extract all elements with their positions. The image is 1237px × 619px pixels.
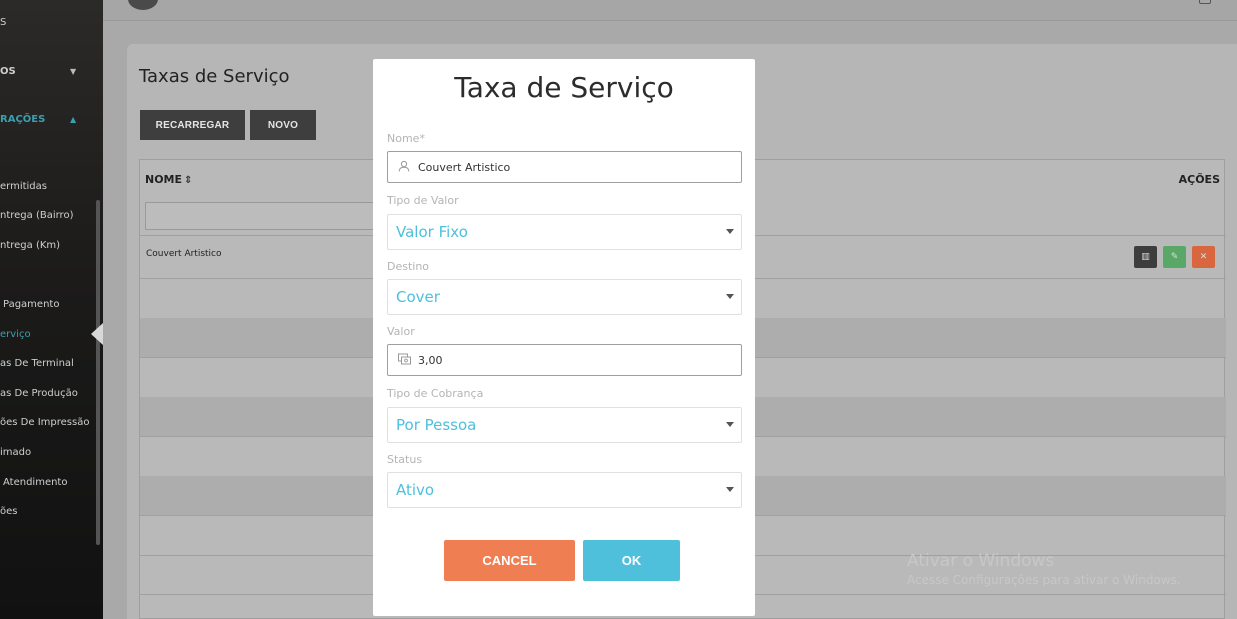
amount-value: 3,00 — [418, 353, 443, 367]
sidebar-item-entrega-km[interactable]: ntrega (Km) — [0, 240, 60, 251]
destination-value: Cover — [396, 288, 440, 306]
chevron-down-icon: ▼ — [70, 67, 77, 76]
sidebar-group-configuracoes[interactable]: RAÇÕES — [0, 114, 45, 125]
sidebar-item-pagamento[interactable]: Pagamento — [3, 299, 59, 310]
sidebar-item[interactable]: S — [0, 17, 6, 28]
avatar[interactable] — [128, 0, 158, 10]
delete-icon[interactable]: ✕ — [1192, 246, 1215, 268]
status-value: Ativo — [396, 481, 435, 499]
table-cell-name: Couvert Artistico — [146, 249, 222, 259]
sidebar-item-estimado[interactable]: imado — [0, 447, 31, 458]
sidebar: S OS ▼ RAÇÕES ▲ ermitidas ntrega (Bairro… — [0, 0, 103, 619]
sidebar-item-terminal[interactable]: as De Terminal — [0, 358, 74, 369]
sidebar-item-entrega-bairro[interactable]: ntrega (Bairro) — [0, 210, 73, 221]
chevron-down-icon — [726, 229, 734, 234]
sidebar-item-impressao[interactable]: ões De Impressão — [0, 417, 89, 428]
name-label: Nome* — [387, 132, 425, 145]
sidebar-item-permitidas[interactable]: ermitidas — [0, 181, 47, 192]
column-header-actions: AÇÕES — [1178, 173, 1220, 186]
sidebar-scrollbar[interactable] — [96, 200, 100, 545]
value-type-value: Valor Fixo — [396, 223, 468, 241]
new-button[interactable]: NOVO — [250, 110, 316, 140]
destination-label: Destino — [387, 260, 430, 273]
name-input[interactable]: Couvert Artistico — [387, 151, 742, 183]
columns-icon[interactable]: ▥ — [1134, 246, 1157, 268]
charge-type-label: Tipo de Cobrança — [387, 387, 484, 400]
value-type-label: Tipo de Valor — [387, 194, 459, 207]
sidebar-group-operacoes[interactable]: OS — [0, 66, 16, 77]
money-icon — [397, 353, 411, 368]
sidebar-item-taxas-servico[interactable]: erviço — [0, 329, 31, 340]
page-title: Taxas de Serviço — [139, 66, 290, 87]
destination-select[interactable]: Cover — [387, 279, 742, 315]
service-fee-modal: Taxa de Serviço Nome* Couvert Artistico … — [373, 59, 755, 616]
amount-input[interactable]: 3,00 — [387, 344, 742, 376]
ok-button[interactable]: OK — [583, 540, 680, 581]
value-type-select[interactable]: Valor Fixo — [387, 214, 742, 250]
sort-icon[interactable]: ⇕ — [184, 175, 192, 186]
reload-button[interactable]: RECARREGAR — [140, 110, 245, 140]
modal-title: Taxa de Serviço — [454, 71, 674, 104]
column-header-name[interactable]: NOME ⇕ — [145, 173, 192, 186]
sidebar-item-producao[interactable]: as De Produção — [0, 388, 78, 399]
chevron-up-icon: ▲ — [70, 115, 77, 124]
watermark-title: Ativar o Windows — [907, 551, 1055, 571]
edit-icon[interactable]: ✎ — [1163, 246, 1186, 268]
user-icon — [397, 160, 411, 175]
name-value: Couvert Artistico — [418, 160, 511, 174]
charge-type-value: Por Pessoa — [396, 416, 477, 434]
top-bar — [103, 0, 1237, 21]
name-filter-input[interactable] — [145, 202, 385, 230]
window-icon[interactable] — [1199, 0, 1211, 4]
active-item-pointer — [91, 323, 103, 345]
sidebar-item-opcoes[interactable]: ões — [0, 506, 17, 517]
status-select[interactable]: Ativo — [387, 472, 742, 508]
watermark-subtitle: Acesse Configurações para ativar o Windo… — [907, 573, 1181, 587]
chevron-down-icon — [726, 294, 734, 299]
chevron-down-icon — [726, 487, 734, 492]
amount-label: Valor — [387, 325, 415, 338]
status-label: Status — [387, 453, 423, 466]
charge-type-select[interactable]: Por Pessoa — [387, 407, 742, 443]
cancel-button[interactable]: CANCEL — [444, 540, 575, 581]
sidebar-item-atendimento[interactable]: Atendimento — [3, 477, 67, 488]
chevron-down-icon — [726, 422, 734, 427]
activation-watermark: Ativar o Windows Acesse Configurações pa… — [907, 551, 1181, 587]
